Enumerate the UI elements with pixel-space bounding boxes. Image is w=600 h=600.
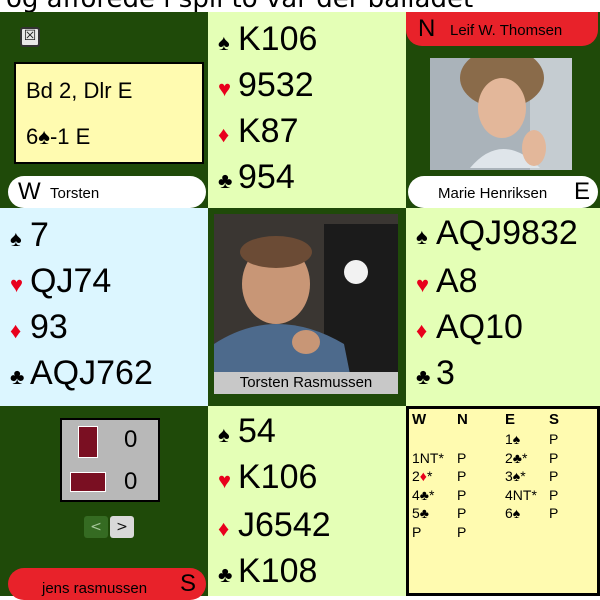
heart-icon: ♥ — [416, 272, 430, 297]
diamond-icon: ♦ — [218, 122, 230, 147]
west-spades: 7 — [30, 216, 49, 254]
club-icon: ♣ — [218, 168, 233, 193]
contract-label: 6♠-1 E — [26, 124, 90, 150]
bid-cell: 1NT* — [412, 449, 444, 466]
bid-cell: P — [457, 468, 467, 484]
east-player-tag: Marie Henriksen E — [408, 176, 598, 208]
next-trick-button[interactable]: > — [110, 516, 134, 538]
bid-cell: 6♠ — [505, 505, 521, 521]
bidding-header-e: E — [505, 411, 516, 428]
ns-trick-count: 0 — [124, 426, 138, 453]
bid-cell: P — [549, 468, 559, 484]
close-icon[interactable]: ☒ — [20, 27, 40, 47]
previous-trick-button[interactable]: < — [84, 516, 108, 538]
bid-cell: P — [457, 449, 467, 466]
board-dealer-label: Bd 2, Dlr E — [26, 78, 133, 103]
north-spades: K106 — [238, 20, 318, 58]
north-diamonds: K87 — [238, 112, 299, 150]
west-clubs: AQJ762 — [30, 354, 153, 392]
east-diamonds: AQ10 — [436, 308, 523, 346]
west-seat-label: W — [18, 178, 41, 205]
bid-cell: P — [457, 505, 467, 521]
bidding-box: W N E S 1♠ P 1NT* P 2♣* P 2♦* P 3♠* P 4♣* P 4NT* P 5♣ P 6♠ P P… — [406, 406, 600, 596]
north-player-name: Leif W. Thomsen — [450, 22, 563, 39]
bid-cell: P — [457, 486, 467, 503]
diamond-icon: ♦ — [416, 318, 428, 343]
north-player-tag: N Leif W. Thomsen — [406, 12, 598, 46]
spade-icon: ♠ — [416, 224, 428, 249]
diamond-icon: ♦ — [218, 516, 230, 541]
caption-text: og afforede i spil to var der balladet — [6, 0, 600, 12]
bid-cell: 4♣* — [412, 486, 435, 503]
bidding-header-s: S — [549, 411, 560, 428]
south-diamonds: J6542 — [238, 506, 331, 544]
spade-icon: ♠ — [218, 30, 230, 55]
south-hearts: K106 — [238, 458, 318, 496]
spade-icon: ♠ — [218, 422, 230, 447]
person-video-frame — [214, 214, 398, 394]
bid-cell: 5♣ — [412, 505, 429, 521]
bid-cell: 3♠* — [505, 468, 526, 484]
heart-icon: ♥ — [218, 76, 232, 101]
east-player-name: Marie Henriksen — [438, 185, 548, 202]
north-hand: ♠ K106 ♥ 9532 ♦ K87 ♣ 954 — [208, 12, 406, 208]
south-spades: 54 — [238, 412, 276, 450]
club-icon: ♣ — [10, 364, 25, 389]
north-seat-label: N — [418, 15, 436, 42]
diamond-icon: ♦ — [10, 318, 22, 343]
trick-count-box: 0 0 — [60, 418, 160, 502]
east-clubs: 3 — [436, 354, 455, 392]
contract-result: -1 E — [49, 124, 91, 149]
east-player-video — [430, 58, 572, 170]
club-icon: ♣ — [416, 364, 431, 389]
south-seat-label: S — [180, 570, 197, 597]
west-diamonds: 93 — [30, 308, 68, 346]
person-video-frame — [430, 58, 572, 170]
bid-cell: 4NT* — [505, 486, 537, 503]
bidding-header-w: W — [412, 411, 427, 428]
south-clubs: K108 — [238, 552, 318, 590]
bid-cell: P — [457, 523, 467, 540]
heart-icon: ♥ — [10, 272, 24, 297]
east-seat-label: E — [574, 178, 591, 205]
club-icon: ♣ — [218, 562, 233, 587]
south-hand: ♠ 54 ♥ K106 ♦ J6542 ♣ K108 — [208, 406, 406, 596]
bid-cell: 2♣* — [505, 449, 528, 466]
spade-icon: ♠ — [38, 124, 50, 149]
south-player-name: jens rasmussen — [42, 580, 148, 597]
ns-trick-card-icon — [78, 426, 98, 458]
bidding-header-n: N — [457, 411, 468, 428]
west-hand: ♠ 7 ♥ QJ74 ♦ 93 ♣ AQJ762 — [0, 208, 208, 406]
board-info-box: Bd 2, Dlr E 6♠-1 E — [14, 62, 204, 164]
ew-trick-card-icon — [70, 472, 106, 492]
bid-cell: P — [549, 486, 559, 503]
east-hand: ♠ AQJ9832 ♥ A8 ♦ AQ10 ♣ 3 — [406, 208, 600, 406]
center-player-name: Torsten Rasmussen — [214, 372, 398, 394]
north-hearts: 9532 — [238, 66, 314, 104]
spade-icon: ♠ — [10, 226, 22, 251]
west-player-tag: W Torsten — [8, 176, 206, 208]
west-player-name: Torsten — [50, 185, 100, 202]
bid-cell: P — [412, 523, 422, 540]
bid-cell: 1♠ — [505, 431, 521, 447]
ew-trick-count: 0 — [124, 468, 138, 495]
south-player-tag: jens rasmussen S — [8, 568, 206, 600]
bid-cell: P — [549, 431, 559, 447]
north-clubs: 954 — [238, 158, 295, 196]
contract-level: 6 — [26, 124, 39, 149]
bid-cell: 2♦* — [412, 468, 433, 484]
east-spades: AQJ9832 — [436, 214, 578, 252]
heart-icon: ♥ — [218, 468, 232, 493]
center-player-video: Torsten Rasmussen — [214, 214, 398, 394]
bid-cell: P — [549, 449, 559, 466]
bid-cell: P — [549, 505, 559, 521]
west-hearts: QJ74 — [30, 262, 112, 300]
east-hearts: A8 — [436, 262, 478, 300]
